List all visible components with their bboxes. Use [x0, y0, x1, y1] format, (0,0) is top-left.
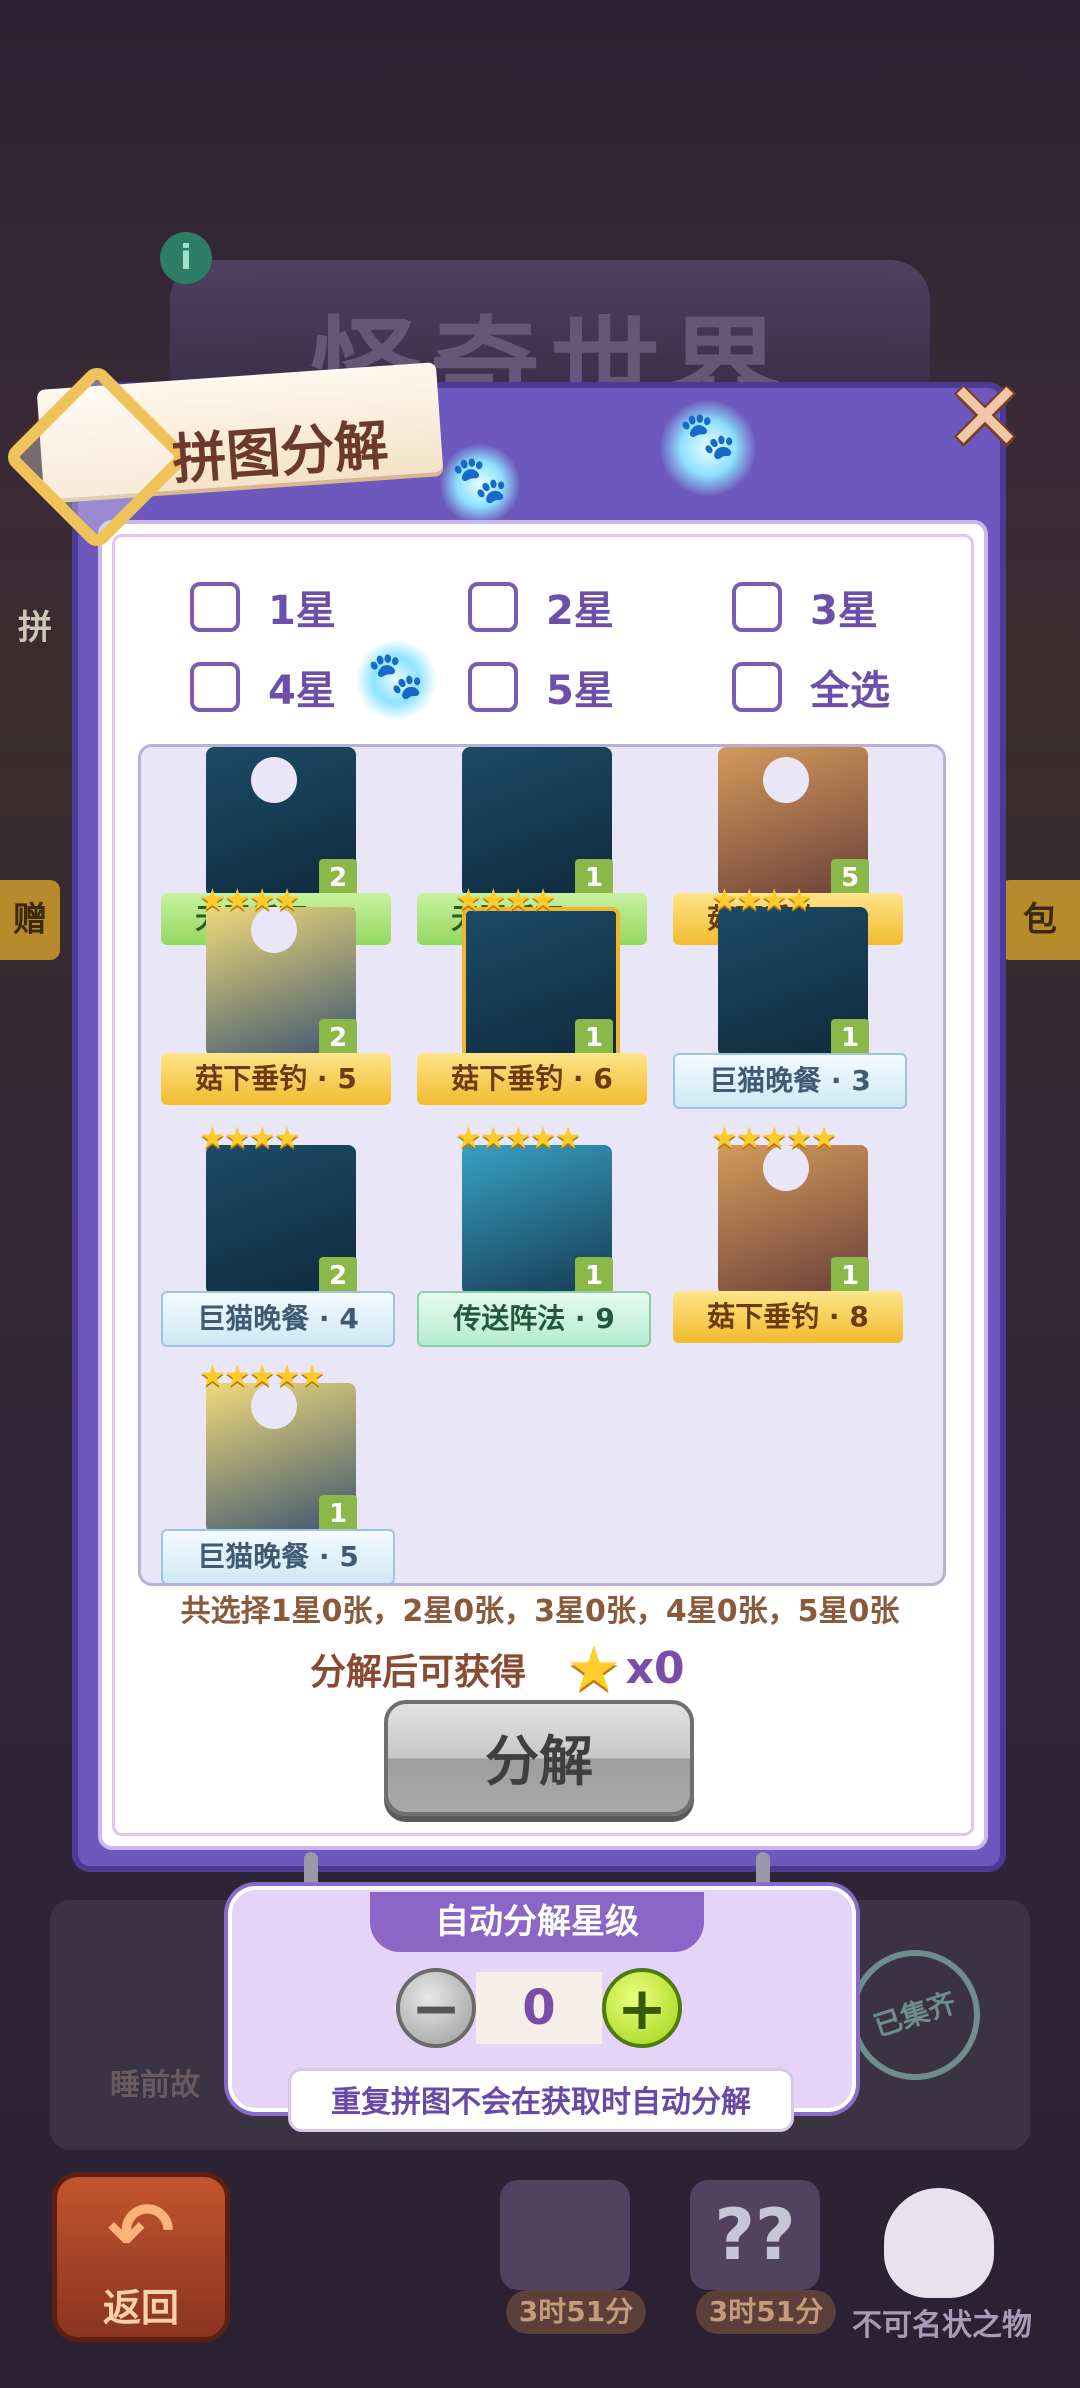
puzzle-pack-icon[interactable]	[500, 2180, 630, 2290]
puzzle-card[interactable]: ★★★★ 1 巨猫晚餐 · 3	[663, 883, 913, 1127]
count-badge: 1	[831, 1019, 869, 1057]
count-badge: 1	[575, 1257, 613, 1295]
checkbox[interactable]	[732, 662, 782, 712]
filter-label: 2星	[546, 588, 614, 634]
filter-4star[interactable]: 4星	[190, 658, 336, 716]
filter-1star[interactable]: 1星	[190, 578, 336, 636]
star-rating: ★★★★★	[455, 1121, 581, 1156]
count-badge: 2	[319, 1257, 357, 1295]
filter-2star[interactable]: 2星	[468, 578, 614, 636]
filter-label: 3星	[810, 588, 878, 634]
checkbox[interactable]	[468, 582, 518, 632]
increase-level-button[interactable]: +	[602, 1968, 682, 2048]
filter-label: 1星	[268, 588, 336, 634]
filter-3star[interactable]: 3星	[732, 578, 878, 636]
card-name: 巨猫晚餐 · 4	[161, 1291, 395, 1347]
puzzle-card[interactable]: ★★★★★ 1 菇下垂钓 · 8	[663, 1121, 913, 1365]
selection-summary: 共选择1星0张，2星0张，3星0张，4星0张，5星0张	[180, 1594, 900, 1629]
puzzle-card[interactable]: ★★★★★ 1 巨猫晚餐 · 5	[151, 1359, 401, 1583]
paw-icon: 🐾	[440, 444, 520, 524]
star-icon: ★	[566, 1632, 622, 1705]
checkbox[interactable]	[190, 582, 240, 632]
star-rating: ★★★★★	[711, 1121, 837, 1156]
puzzle-card[interactable]: ★★★★ 2 菇下垂钓 · 5	[151, 883, 401, 1127]
decompose-button[interactable]: 分解	[384, 1700, 694, 1816]
card-name: 菇下垂钓 · 8	[673, 1291, 903, 1343]
star-rating: ★★★★★	[199, 1359, 325, 1394]
puzzle-card[interactable]: ★★★★★ 1 传送阵法 · 9	[407, 1121, 657, 1365]
count-badge: 1	[831, 1257, 869, 1295]
card-name: 菇下垂钓 · 6	[417, 1053, 647, 1105]
ghost-icon[interactable]	[884, 2188, 994, 2298]
close-button[interactable]: ✕	[940, 369, 1030, 465]
modal-title: 拼图分解	[170, 413, 391, 492]
count-badge: 1	[575, 1019, 613, 1057]
reward-amount: x0	[625, 1643, 685, 1694]
right-side-tab: 包	[1000, 880, 1080, 960]
checkbox[interactable]	[732, 582, 782, 632]
paw-icon: 🐾	[356, 640, 436, 720]
puzzle-grid[interactable]: 2 无限循环 · 6 1 无限循环 · 7 5 菇下垂钓 · 4 ★★★★ 2 …	[138, 744, 946, 1586]
info-icon[interactable]: i	[160, 232, 212, 284]
count-badge: 5	[831, 859, 869, 897]
auto-decompose-tip: 重复拼图不会在获取时自动分解	[288, 2068, 794, 2132]
card-name: 传送阵法 · 9	[417, 1291, 651, 1347]
card-name: 巨猫晚餐 · 3	[673, 1053, 907, 1109]
card-name: 菇下垂钓 · 5	[161, 1053, 391, 1105]
reward-label: 分解后可获得	[310, 1651, 527, 1693]
puzzle-card[interactable]: ★★★★ 2 巨猫晚餐 · 4	[151, 1121, 401, 1365]
background-left-label: 拼	[18, 608, 52, 648]
filter-label: 全选	[810, 668, 890, 714]
count-badge: 1	[319, 1495, 357, 1533]
back-arrow-icon: ↶	[107, 2185, 175, 2278]
star-rating: ★★★★	[711, 883, 813, 918]
filter-label: 5星	[546, 668, 614, 714]
auto-level-value: 0	[476, 1972, 602, 2044]
count-badge: 2	[319, 1019, 357, 1057]
left-side-tab: 赠	[0, 880, 60, 960]
background-panel-label: 睡前故	[110, 2068, 200, 2103]
timer-1: 3时51分	[506, 2290, 646, 2334]
star-rating: ★★★★	[455, 883, 557, 918]
filter-5star[interactable]: 5星	[468, 658, 614, 716]
paw-icon: 🐾	[660, 400, 756, 496]
star-rating: ★★★★	[199, 883, 301, 918]
checkbox[interactable]	[190, 662, 240, 712]
back-label: 返回	[102, 2286, 179, 2330]
decrease-level-button[interactable]: −	[396, 1968, 476, 2048]
mystery-card-icon[interactable]: ??	[690, 2180, 820, 2290]
checkbox[interactable]	[468, 662, 518, 712]
ghost-label: 不可名状之物	[852, 2308, 1032, 2343]
count-badge: 1	[575, 859, 613, 897]
star-rating: ★★★★	[199, 1121, 301, 1156]
card-name: 巨猫晚餐 · 5	[161, 1529, 395, 1583]
filter-label: 4星	[268, 668, 336, 714]
filter-select-all[interactable]: 全选	[732, 658, 890, 716]
timer-2: 3时51分	[696, 2290, 836, 2334]
reward-preview: 分解后可获得 ★ x0	[310, 1632, 685, 1705]
auto-decompose-title: 自动分解星级	[370, 1892, 704, 1952]
count-badge: 2	[319, 859, 357, 897]
puzzle-card[interactable]: ★★★★ 1 菇下垂钓 · 6	[407, 883, 657, 1127]
back-button[interactable]: ↶ 返回	[52, 2172, 230, 2342]
